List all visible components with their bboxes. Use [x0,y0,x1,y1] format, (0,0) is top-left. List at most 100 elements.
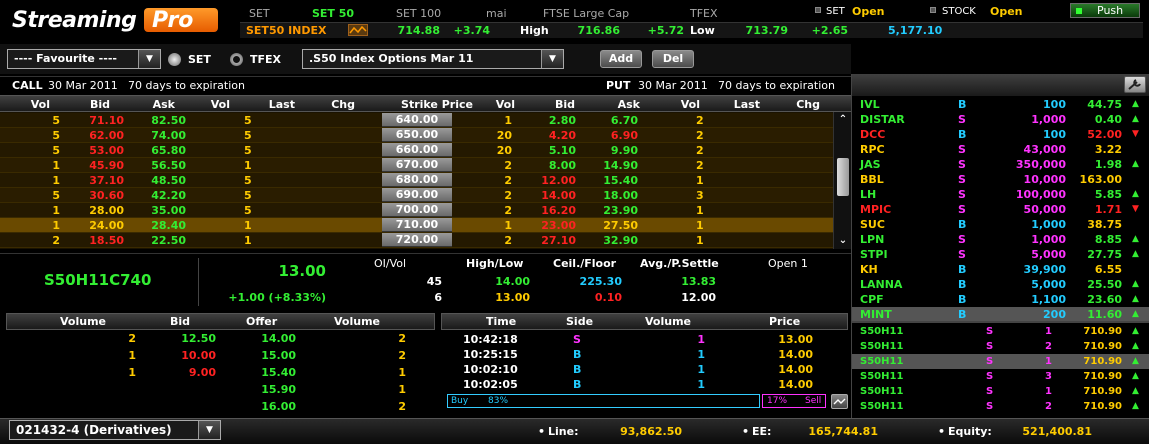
col-call-bid[interactable]: Bid [80,98,110,111]
call-bid[interactable]: 45.90 [70,159,124,172]
col-put-last[interactable]: Last [730,98,760,111]
scroll-down-icon[interactable]: ⌄ [834,234,852,247]
chain-scrollbar[interactable]: ⌃ ⌄ [833,112,851,249]
call-ask[interactable]: 82.50 [132,114,186,127]
deriv-symbol[interactable]: S50H11 [860,355,903,368]
strike-price[interactable]: 710.00 [382,218,452,232]
put-bid[interactable]: 8.00 [530,159,576,172]
call-ask[interactable]: 48.50 [132,174,186,187]
chart-icon[interactable] [348,24,368,36]
call-ask[interactable]: 35.00 [132,204,186,217]
depth-bid[interactable]: 12.50 [166,332,216,345]
strike-price[interactable]: 700.00 [382,203,452,217]
call-ask[interactable]: 56.50 [132,159,186,172]
strike-price[interactable]: 640.00 [382,113,452,127]
tab-mai[interactable]: mai [486,7,507,20]
call-ask[interactable]: 22.50 [132,234,186,247]
depth-offer[interactable]: 15.40 [246,366,296,379]
watch-symbol[interactable]: CPF [860,293,884,306]
watch-symbol[interactable]: LH [860,188,876,201]
col-call-last[interactable]: Last [265,98,295,111]
strike-price[interactable]: 660.00 [382,143,452,157]
call-ask[interactable]: 65.80 [132,144,186,157]
put-bid[interactable]: 14.00 [530,189,576,202]
tab-set50[interactable]: SET 50 [312,7,354,20]
put-ask[interactable]: 6.90 [590,129,638,142]
deriv-symbol[interactable]: S50H11 [860,325,903,338]
deriv-symbol[interactable]: S50H11 [860,370,903,383]
scroll-thumb[interactable] [837,158,849,196]
col-put-chg[interactable]: Chg [790,98,820,111]
deriv-symbol[interactable]: S50H11 [860,340,903,353]
col-put-bid[interactable]: Bid [545,98,575,111]
call-bid[interactable]: 62.00 [70,129,124,142]
call-bid[interactable]: 24.00 [70,219,124,232]
put-ask[interactable]: 9.90 [590,144,638,157]
depth-bid[interactable]: 9.00 [166,366,216,379]
watch-symbol[interactable]: JAS [860,158,881,171]
del-button[interactable]: Del [652,50,694,68]
deriv-symbol[interactable]: S50H11 [860,400,903,413]
strike-price[interactable]: 670.00 [382,158,452,172]
watch-symbol[interactable]: DISTAR [860,113,905,126]
put-bid[interactable]: 23.00 [530,219,576,232]
watch-symbol[interactable]: RPC [860,143,885,156]
depth-offer[interactable]: 14.00 [246,332,296,345]
radio-set[interactable] [168,53,181,66]
put-bid[interactable]: 4.20 [530,129,576,142]
watch-symbol[interactable]: DCC [860,128,885,141]
settings-wrench-icon[interactable] [1124,76,1146,93]
chevron-down-icon[interactable]: ▼ [138,50,160,68]
call-bid[interactable]: 28.00 [70,204,124,217]
call-bid[interactable]: 18.50 [70,234,124,247]
call-bid[interactable]: 37.10 [70,174,124,187]
put-bid[interactable]: 2.80 [530,114,576,127]
put-bid[interactable]: 16.20 [530,204,576,217]
depth-offer[interactable]: 16.00 [246,400,296,413]
call-bid[interactable]: 53.00 [70,144,124,157]
put-bid[interactable]: 5.10 [530,144,576,157]
put-ask[interactable]: 15.40 [590,174,638,187]
put-ask[interactable]: 23.90 [590,204,638,217]
tab-tfex[interactable]: TFEX [690,7,718,20]
col-call-ask[interactable]: Ask [145,98,175,111]
deriv-symbol[interactable]: S50H11 [860,385,903,398]
watch-symbol[interactable]: BBL [860,173,884,186]
index-name[interactable]: SET50 INDEX [246,24,327,37]
col-call-vol[interactable]: Vol [20,98,50,111]
strike-price[interactable]: 650.00 [382,128,452,142]
chevron-down-icon[interactable]: ▼ [198,421,220,439]
put-ask[interactable]: 14.90 [590,159,638,172]
watch-symbol[interactable]: STPI [860,248,888,261]
col-put-ask[interactable]: Ask [610,98,640,111]
tab-set[interactable]: SET [249,7,270,20]
radio-tfex[interactable] [230,53,243,66]
col-put-vol2[interactable]: Vol [670,98,700,111]
depth-offer[interactable]: 15.00 [246,349,296,362]
call-ask[interactable]: 74.00 [132,129,186,142]
strike-price[interactable]: 720.00 [382,233,452,247]
tab-ftse[interactable]: FTSE Large Cap [543,7,629,20]
quote-symbol[interactable]: S50H11C740 [44,271,151,289]
put-ask[interactable]: 32.90 [590,234,638,247]
col-call-chg[interactable]: Chg [325,98,355,111]
strike-price[interactable]: 680.00 [382,173,452,187]
col-put-vol[interactable]: Vol [485,98,515,111]
put-ask[interactable]: 18.00 [590,189,638,202]
trend-chart-icon[interactable] [831,394,848,409]
col-strike[interactable]: Strike Price [382,98,492,111]
chevron-down-icon[interactable]: ▼ [541,50,563,68]
strike-price[interactable]: 690.00 [382,188,452,202]
call-ask[interactable]: 42.20 [132,189,186,202]
depth-offer[interactable]: 15.90 [246,383,296,396]
call-bid[interactable]: 30.60 [70,189,124,202]
scroll-up-icon[interactable]: ⌃ [834,113,852,126]
depth-bid[interactable]: 10.00 [166,349,216,362]
add-button[interactable]: Add [600,50,642,68]
watch-symbol[interactable]: MPIC [860,203,891,216]
watch-symbol[interactable]: SUC [860,218,885,231]
put-bid[interactable]: 12.00 [530,174,576,187]
col-call-vol2[interactable]: Vol [200,98,230,111]
put-ask[interactable]: 27.50 [590,219,638,232]
watch-symbol[interactable]: LPN [860,233,884,246]
